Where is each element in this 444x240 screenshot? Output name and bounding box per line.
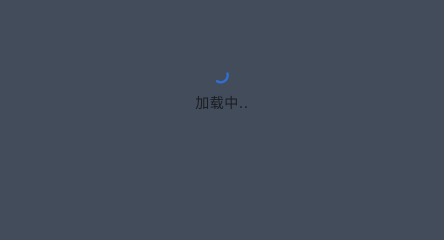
loading-overlay: 加载中.. xyxy=(0,0,444,204)
loading-text: 加载中.. xyxy=(195,96,249,112)
spinner-graphic xyxy=(215,72,229,84)
spinner-arc xyxy=(215,72,229,84)
spinner-icon xyxy=(211,65,231,85)
